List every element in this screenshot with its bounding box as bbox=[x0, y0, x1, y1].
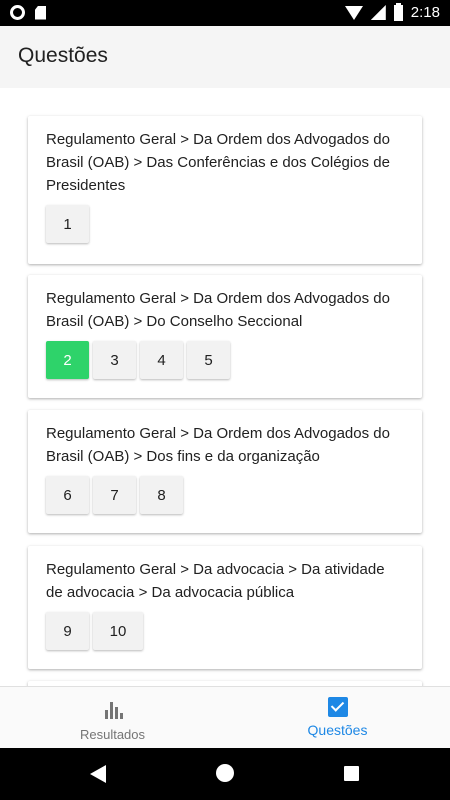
system-navigation-bar bbox=[0, 748, 450, 800]
nav-results-label: Resultados bbox=[79, 727, 146, 742]
nav-results[interactable]: Resultados bbox=[0, 687, 225, 749]
circle-icon bbox=[10, 5, 25, 20]
bar-chart-icon bbox=[102, 699, 124, 721]
question-button-5[interactable]: 5 bbox=[187, 341, 230, 379]
question-button-1[interactable]: 1 bbox=[46, 205, 89, 243]
question-button-2[interactable]: 2 bbox=[46, 341, 89, 379]
question-button-6[interactable]: 6 bbox=[46, 476, 89, 514]
group-path: Regulamento Geral > Da Ordem dos Advogad… bbox=[46, 131, 390, 194]
question-group-card: Regulamento Geral > Da Ordem dos Advogad… bbox=[28, 410, 422, 533]
question-button-4[interactable]: 4 bbox=[140, 341, 183, 379]
group-path: Regulamento Geral > Da advocacia > Da at… bbox=[46, 561, 385, 601]
home-icon[interactable] bbox=[216, 764, 234, 782]
wifi-icon bbox=[344, 5, 363, 20]
signal-icon bbox=[370, 5, 386, 20]
page-title: Questões bbox=[18, 44, 108, 67]
question-group-card: Regulamento Geral > Da Ordem dos Advogad… bbox=[28, 275, 422, 398]
question-group-card: Regulamento Geral > Da advocacia > Da at… bbox=[28, 546, 422, 669]
group-path: Regulamento Geral > Da Ordem dos Advogad… bbox=[46, 425, 390, 465]
question-button-10[interactable]: 10 bbox=[93, 612, 143, 650]
question-button-9[interactable]: 9 bbox=[46, 612, 89, 650]
questions-list[interactable]: Regulamento Geral > Da Ordem dos Advogad… bbox=[0, 88, 450, 686]
status-time: 2:18 bbox=[410, 4, 440, 21]
nav-questions-label: Questões bbox=[307, 722, 368, 738]
group-path: Regulamento Geral > Da Ordem dos Advogad… bbox=[46, 290, 390, 330]
question-button-7[interactable]: 7 bbox=[93, 476, 136, 514]
checkbox-checked-icon bbox=[327, 697, 348, 717]
question-button-8[interactable]: 8 bbox=[140, 476, 183, 514]
battery-charging-icon bbox=[393, 2, 403, 21]
recent-apps-icon[interactable] bbox=[344, 766, 359, 781]
back-icon[interactable] bbox=[90, 765, 106, 783]
sd-card-icon bbox=[35, 5, 46, 20]
bottom-navigation: Resultados Questões bbox=[0, 686, 450, 748]
status-bar: 2:18 bbox=[0, 0, 450, 26]
app-bar: Questões bbox=[0, 26, 450, 88]
nav-questions[interactable]: Questões bbox=[225, 687, 450, 749]
question-group-card: Regulamento Geral > Da Ordem dos Advogad… bbox=[28, 116, 422, 264]
question-button-3[interactable]: 3 bbox=[93, 341, 136, 379]
